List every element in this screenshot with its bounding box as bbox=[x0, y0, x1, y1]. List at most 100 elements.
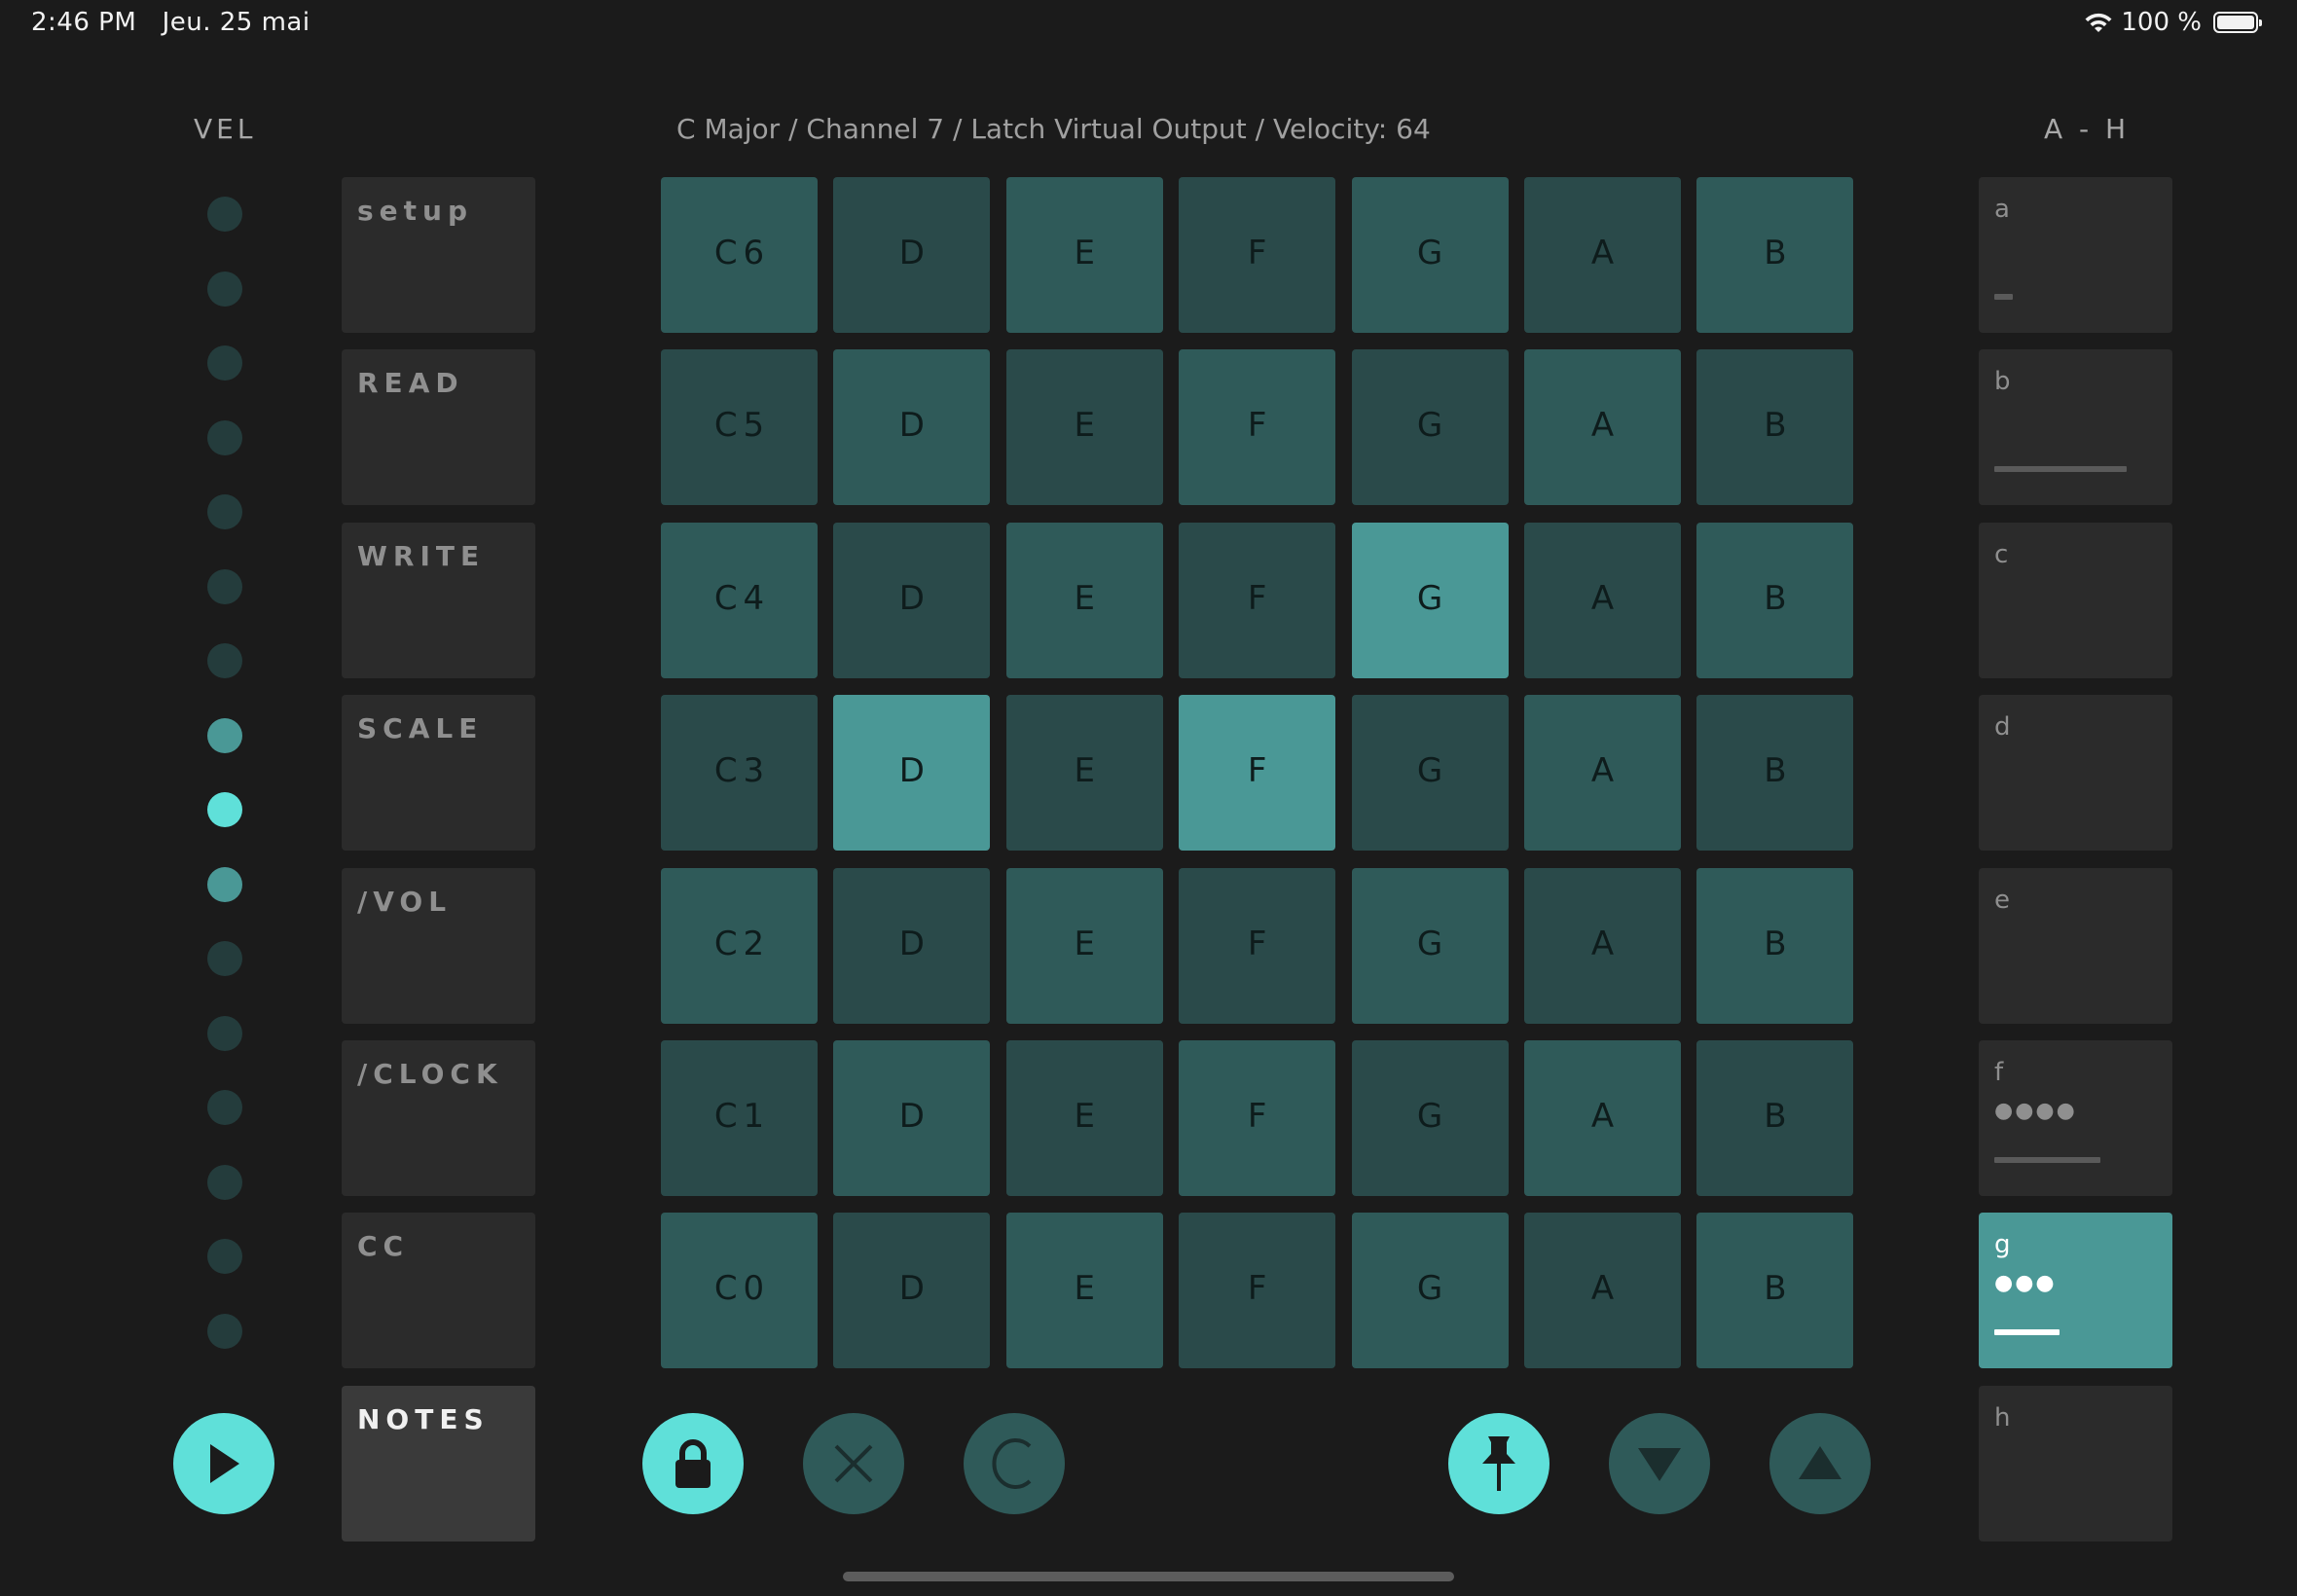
menu-button-cc[interactable]: CC bbox=[342, 1213, 535, 1369]
note-pad[interactable]: F bbox=[1179, 522, 1336, 678]
status-time: 2:46 PM Jeu. 25 mai bbox=[31, 8, 310, 37]
note-pad[interactable]: C0 bbox=[661, 1213, 818, 1369]
note-pad[interactable]: E bbox=[1005, 177, 1163, 333]
note-pad[interactable]: D bbox=[833, 1213, 991, 1369]
note-pad[interactable]: C4 bbox=[661, 522, 818, 678]
velocity-dot[interactable] bbox=[207, 568, 242, 604]
velocity-dot[interactable] bbox=[207, 1239, 242, 1274]
note-pad[interactable]: F bbox=[1179, 177, 1336, 333]
note-pad[interactable]: B bbox=[1696, 867, 1854, 1024]
note-pad[interactable]: D bbox=[833, 1040, 991, 1196]
slot-f[interactable]: f ●●●● bbox=[1979, 1040, 2172, 1196]
velocity-dot[interactable] bbox=[207, 941, 242, 976]
note-pad[interactable]: E bbox=[1005, 1213, 1163, 1369]
velocity-dot[interactable] bbox=[207, 717, 242, 753]
note-pad[interactable]: A bbox=[1524, 1213, 1681, 1369]
note-pad[interactable]: E bbox=[1005, 867, 1163, 1024]
slot-a[interactable]: a bbox=[1979, 177, 2172, 333]
note-pad[interactable]: F bbox=[1179, 349, 1336, 506]
note-pad[interactable]: G bbox=[1351, 177, 1509, 333]
note-label: G bbox=[1416, 751, 1449, 791]
note-label: F bbox=[1247, 578, 1273, 618]
velocity-dot[interactable] bbox=[207, 792, 242, 827]
note-label: D bbox=[898, 751, 930, 791]
note-pad[interactable]: B bbox=[1696, 177, 1854, 333]
note-pad[interactable]: B bbox=[1696, 695, 1854, 852]
note-pad[interactable]: B bbox=[1696, 522, 1854, 678]
note-pad[interactable]: C6 bbox=[661, 177, 818, 333]
velocity-dot[interactable] bbox=[207, 271, 242, 307]
slot-d[interactable]: d bbox=[1979, 695, 2172, 852]
reset-button[interactable] bbox=[964, 1413, 1065, 1514]
note-pad[interactable]: C2 bbox=[661, 867, 818, 1024]
slots-header: A - H bbox=[2044, 113, 2131, 145]
menu-button-notes[interactable]: NOTES bbox=[342, 1385, 535, 1542]
note-pad[interactable]: D bbox=[833, 522, 991, 678]
slot-b[interactable]: b bbox=[1979, 349, 2172, 506]
note-pad[interactable]: F bbox=[1179, 695, 1336, 852]
menu-button-scale[interactable]: SCALE bbox=[342, 695, 535, 852]
note-pad[interactable]: A bbox=[1524, 177, 1681, 333]
velocity-dot[interactable] bbox=[207, 866, 242, 902]
slot-label: h bbox=[1994, 1402, 2011, 1433]
note-pad[interactable]: F bbox=[1179, 867, 1336, 1024]
note-pad[interactable]: D bbox=[833, 695, 991, 852]
velocity-dot[interactable] bbox=[207, 1090, 242, 1125]
slot-e[interactable]: e bbox=[1979, 867, 2172, 1024]
note-pad[interactable]: G bbox=[1351, 695, 1509, 852]
note-pad[interactable]: D bbox=[833, 349, 991, 506]
note-pad[interactable]: G bbox=[1351, 1040, 1509, 1196]
note-label: E bbox=[1074, 1269, 1102, 1309]
note-label: G bbox=[1416, 1269, 1449, 1309]
note-pad[interactable]: F bbox=[1179, 1213, 1336, 1369]
note-pad[interactable]: E bbox=[1005, 1040, 1163, 1196]
velocity-dot[interactable] bbox=[207, 345, 242, 381]
velocity-dot[interactable] bbox=[207, 1015, 242, 1051]
note-pad[interactable]: E bbox=[1005, 695, 1163, 852]
slot-label: f bbox=[1994, 1058, 2004, 1087]
velocity-dot[interactable] bbox=[207, 1313, 242, 1349]
note-pad[interactable]: A bbox=[1524, 522, 1681, 678]
note-pad[interactable]: A bbox=[1524, 349, 1681, 506]
note-pad[interactable]: G bbox=[1351, 522, 1509, 678]
note-pad[interactable]: E bbox=[1005, 522, 1163, 678]
note-pad[interactable]: C3 bbox=[661, 695, 818, 852]
velocity-dot[interactable] bbox=[207, 197, 242, 232]
menu-button-setup[interactable]: setup bbox=[342, 177, 535, 333]
menu-button-read[interactable]: READ bbox=[342, 349, 535, 506]
pin-button[interactable] bbox=[1448, 1413, 1550, 1514]
note-pad[interactable]: B bbox=[1696, 1213, 1854, 1369]
note-pad[interactable]: C1 bbox=[661, 1040, 818, 1196]
note-pad[interactable]: A bbox=[1524, 867, 1681, 1024]
slot-label: g bbox=[1994, 1230, 2011, 1260]
note-pad[interactable]: G bbox=[1351, 1213, 1509, 1369]
slot-h[interactable]: h bbox=[1979, 1385, 2172, 1542]
note-pad[interactable]: E bbox=[1005, 349, 1163, 506]
note-pad[interactable]: C5 bbox=[661, 349, 818, 506]
velocity-dot[interactable] bbox=[207, 494, 242, 529]
note-pad[interactable]: D bbox=[833, 177, 991, 333]
down-button[interactable] bbox=[1609, 1413, 1710, 1514]
note-pad[interactable]: A bbox=[1524, 1040, 1681, 1196]
note-pad[interactable]: A bbox=[1524, 695, 1681, 852]
menu-button-write[interactable]: WRITE bbox=[342, 522, 535, 678]
note-pad[interactable]: F bbox=[1179, 1040, 1336, 1196]
note-pad[interactable]: G bbox=[1351, 349, 1509, 506]
menu-button-clock[interactable]: /CLOCK bbox=[342, 1040, 535, 1196]
velocity-dot[interactable] bbox=[207, 643, 242, 678]
up-button[interactable] bbox=[1769, 1413, 1871, 1514]
lock-button[interactable] bbox=[642, 1413, 744, 1514]
note-pad[interactable]: B bbox=[1696, 1040, 1854, 1196]
play-button[interactable] bbox=[173, 1413, 274, 1514]
slot-c[interactable]: c bbox=[1979, 522, 2172, 678]
home-indicator[interactable] bbox=[843, 1572, 1454, 1581]
note-label: B bbox=[1764, 578, 1793, 618]
velocity-dot[interactable] bbox=[207, 419, 242, 455]
note-pad[interactable]: B bbox=[1696, 349, 1854, 506]
menu-button-vol[interactable]: /VOL bbox=[342, 867, 535, 1024]
slot-g[interactable]: g ●●● bbox=[1979, 1213, 2172, 1369]
clear-button[interactable] bbox=[803, 1413, 904, 1514]
velocity-dot[interactable] bbox=[207, 1164, 242, 1200]
note-pad[interactable]: D bbox=[833, 867, 991, 1024]
note-pad[interactable]: G bbox=[1351, 867, 1509, 1024]
